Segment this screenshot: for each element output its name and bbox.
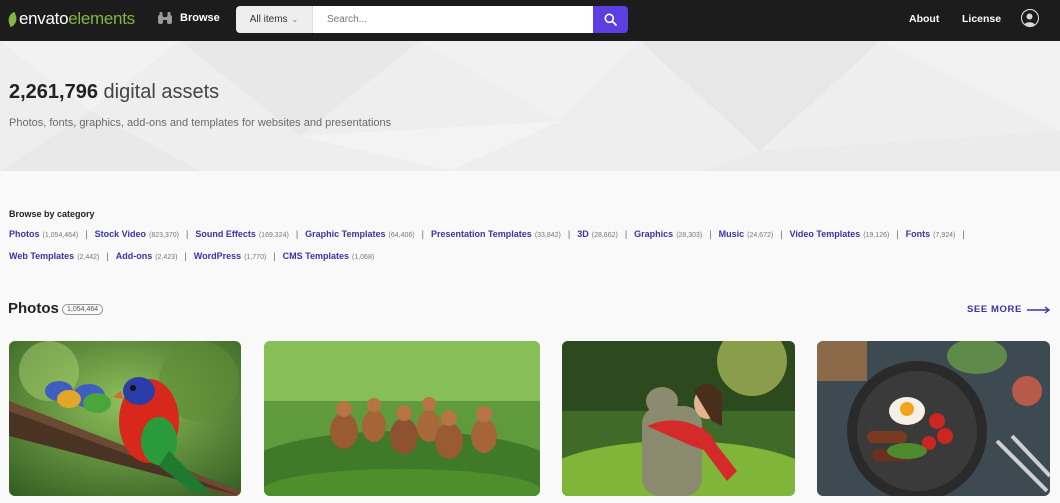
category-name: Presentation Templates (430, 229, 532, 239)
hero-banner: 2,261,796 digital assets Photos, fonts, … (0, 41, 1060, 171)
browse-menu-button[interactable]: Browse (157, 11, 220, 25)
category-count: (28,303) (676, 232, 703, 239)
photo-card-soldier-hug[interactable] (562, 341, 795, 496)
chevron-down-icon: ⌄ (291, 15, 299, 24)
category-link-music[interactable]: Music (24,672) (719, 229, 774, 239)
category-separator: | (567, 229, 571, 239)
category-link-video-templates[interactable]: Video Templates (19,126) (790, 229, 890, 239)
category-separator: | (273, 251, 276, 261)
category-link-wordpress[interactable]: WordPress (1,770) (194, 251, 267, 261)
category-row-2: Web Templates (2,442) | Add-ons (2,423) | Word… (9, 251, 374, 261)
top-navbar: envatoelements Browse All items ⌄ About … (0, 0, 1060, 41)
category-count: (1,770) (244, 254, 267, 261)
category-name: Web Templates (9, 251, 75, 261)
category-name: CMS Templates (282, 251, 349, 261)
arrow-right-icon (1026, 305, 1051, 314)
category-separator: | (295, 229, 299, 239)
hero-background-pattern (0, 41, 1060, 171)
category-link-graphics[interactable]: Graphics (28,303) (634, 229, 702, 239)
see-more-link[interactable]: SEE MORE (967, 304, 1051, 315)
hero-subtitle: Photos, fonts, graphics, add-ons and tem… (9, 117, 392, 129)
browse-by-category-heading: Browse by category (9, 209, 95, 219)
search-input[interactable] (313, 6, 593, 33)
hero-title-suffix: digital assets (103, 81, 220, 103)
category-name: Video Templates (789, 229, 861, 239)
category-separator: | (85, 229, 88, 239)
category-count: (19,126) (863, 232, 890, 239)
category-separator: | (184, 251, 187, 261)
category-name: Add-ons (115, 251, 153, 261)
category-separator: | (106, 251, 109, 261)
photo-card-breakfast-pan[interactable] (817, 341, 1050, 496)
envato-elements-logo[interactable]: envatoelements (6, 9, 135, 29)
category-link-sound-effects[interactable]: Sound Effects (169,324) (195, 229, 288, 239)
user-avatar-icon[interactable] (1021, 9, 1039, 27)
leaf-icon (6, 11, 19, 27)
section-count-badge: 1,054,464 (62, 304, 104, 315)
category-count: (169,324) (258, 232, 289, 239)
category-count: (24,672) (747, 232, 774, 239)
nav-about-link[interactable]: About (909, 13, 939, 25)
fox-cubs-image (264, 341, 540, 496)
category-count: (1,054,464) (42, 232, 79, 239)
category-count: (2,423) (155, 254, 178, 261)
photo-card-fox-cubs[interactable] (264, 341, 540, 496)
category-name: Photos (9, 229, 40, 239)
category-separator: | (421, 229, 424, 239)
category-separator: | (962, 229, 965, 239)
category-dropdown-value: All items (249, 14, 288, 25)
category-dropdown[interactable]: All items ⌄ (236, 6, 313, 33)
category-link-photos[interactable]: Photos (1,054,464) (9, 229, 78, 239)
section-title: Photos (8, 300, 59, 317)
category-count: (1,068) (352, 254, 375, 261)
category-link-graphic-templates[interactable]: Graphic Templates (64,406) (305, 229, 414, 239)
category-link-stock-video[interactable]: Stock Video (823,370) (95, 229, 179, 239)
category-link-web-templates[interactable]: Web Templates (2,442) (9, 251, 99, 261)
nav-license-link[interactable]: License (962, 13, 1001, 25)
category-separator: | (185, 229, 189, 239)
category-name: Sound Effects (195, 229, 256, 239)
category-link-3d[interactable]: 3D (28,662) (577, 229, 618, 239)
category-name: Graphics (634, 229, 674, 239)
category-count: (7,924) (933, 232, 956, 239)
category-separator: | (624, 229, 628, 239)
category-name: WordPress (193, 251, 242, 261)
browse-label: Browse (180, 12, 220, 24)
category-name: 3D (577, 229, 589, 239)
category-separator: | (780, 229, 783, 239)
category-count: (2,442) (77, 254, 100, 261)
breakfast-pan-image (817, 341, 1050, 496)
category-row-1: Photos (1,054,464) | Stock Video (823,370) | S… (9, 229, 972, 239)
category-name: Stock Video (94, 229, 147, 239)
category-link-presentation-templates[interactable]: Presentation Templates (33,842) (431, 229, 561, 239)
category-count: (823,370) (149, 232, 179, 239)
category-count: (64,406) (388, 232, 415, 239)
search-bar: All items ⌄ (236, 6, 628, 33)
search-button[interactable] (593, 6, 628, 33)
category-link-add-ons[interactable]: Add-ons (2,423) (116, 251, 178, 261)
photo-card-parrots[interactable] (9, 341, 241, 496)
asset-count: 2,261,796 (9, 81, 98, 103)
category-link-fonts[interactable]: Fonts (7,924) (906, 229, 956, 239)
parrots-image (9, 341, 241, 496)
search-icon (604, 13, 617, 26)
logo-text-elements: elements (68, 9, 135, 28)
category-link-cms-templates[interactable]: CMS Templates (1,068) (283, 251, 375, 261)
category-count: (33,842) (534, 232, 561, 239)
category-separator: | (709, 229, 712, 239)
category-separator: | (896, 229, 899, 239)
category-name: Graphic Templates (305, 229, 386, 239)
see-more-label: SEE MORE (967, 304, 1022, 315)
logo-text-envato: envato (19, 9, 69, 28)
category-count: (28,662) (591, 232, 618, 239)
binoculars-icon (158, 12, 172, 24)
category-name: Fonts (905, 229, 931, 239)
hero-title: 2,261,796 digital assets (9, 81, 219, 104)
soldier-hug-image (562, 341, 795, 496)
category-name: Music (718, 229, 745, 239)
